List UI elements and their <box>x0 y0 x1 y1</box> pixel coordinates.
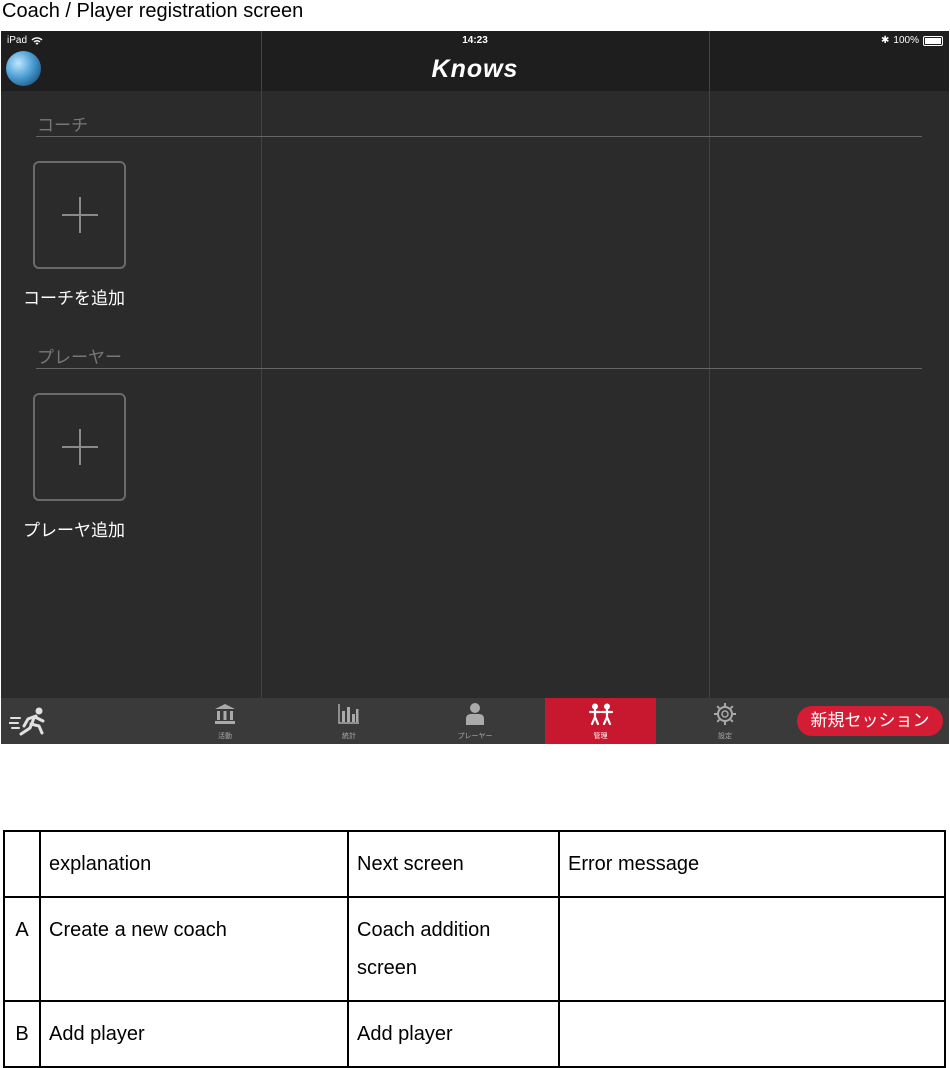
people-icon <box>588 703 613 726</box>
add-coach-button[interactable] <box>33 161 126 269</box>
tab-activity-label: 活動 <box>218 733 232 740</box>
add-coach-label: コーチを追加 <box>23 289 125 308</box>
table-row: B Add player Add player <box>3 1000 946 1068</box>
bar-chart-icon <box>338 704 359 724</box>
tab-statistics-label: 統計 <box>342 733 356 740</box>
tab-players-label: プレーヤー <box>457 733 493 740</box>
bluetooth-icon: ✱ <box>881 35 890 46</box>
runner-icon <box>9 707 45 736</box>
coach-section-title: コーチ <box>37 116 88 135</box>
app-logo: Knows <box>431 55 519 83</box>
add-player-label: プレーヤ追加 <box>23 521 125 540</box>
table-cell-error <box>558 896 946 1002</box>
gear-icon <box>714 703 736 725</box>
table-cell-key: B <box>3 1000 41 1068</box>
column-divider <box>709 31 710 698</box>
table-cell-next: Coach addition screen <box>347 896 560 1002</box>
table-cell-key: A <box>3 896 41 1002</box>
table-header-cell: explanation <box>39 830 349 898</box>
page-caption: Coach / Player registration screen <box>2 0 304 22</box>
player-section-title: プレーヤー <box>37 348 122 367</box>
plus-icon <box>61 197 98 233</box>
status-time: 14:23 <box>462 35 488 46</box>
tab-settings-label: 設定 <box>718 733 732 740</box>
tab-management[interactable]: 管理 <box>545 698 656 744</box>
table-cell-error <box>558 1000 946 1068</box>
table-header-cell: Next screen <box>347 830 560 898</box>
plus-icon <box>61 429 98 465</box>
battery-percent: 100% <box>893 35 919 46</box>
battery-icon <box>923 36 943 46</box>
tab-settings[interactable]: 設定 <box>675 698 775 744</box>
column-divider <box>261 31 262 698</box>
table-header-cell <box>3 830 41 898</box>
table-cell-explanation: Add player <box>39 1000 349 1068</box>
coach-section-divider <box>36 136 922 137</box>
person-icon <box>466 703 484 725</box>
status-bar: iPad 14:23 ✱ 100% <box>1 31 949 51</box>
table-cell-next: Add player <box>347 1000 560 1068</box>
bank-icon <box>215 704 235 724</box>
tab-statistics[interactable]: 統計 <box>299 698 399 744</box>
player-section-divider <box>36 368 922 369</box>
nav-bar: Knows <box>1 51 949 91</box>
tab-players[interactable]: プレーヤー <box>425 698 525 744</box>
table-header-cell: Error message <box>558 830 946 898</box>
spec-table: explanation Next screen Error message A … <box>3 830 946 1068</box>
tab-management-label: 管理 <box>593 733 608 740</box>
add-player-button[interactable] <box>33 393 126 501</box>
ipad-screen: iPad 14:23 ✱ 100% Knows コーチ コーチを追加 プレーヤー… <box>1 31 949 744</box>
tab-activity[interactable]: 活動 <box>175 698 275 744</box>
table-row: A Create a new coach Coach addition scre… <box>3 896 946 1002</box>
tab-bar: 活動 統計 プレーヤー 管理 設定 新規セッション <box>1 698 949 744</box>
new-session-button[interactable]: 新規セッション <box>797 706 943 736</box>
table-cell-explanation: Create a new coach <box>39 896 349 1002</box>
table-header-row: explanation Next screen Error message <box>3 830 946 898</box>
